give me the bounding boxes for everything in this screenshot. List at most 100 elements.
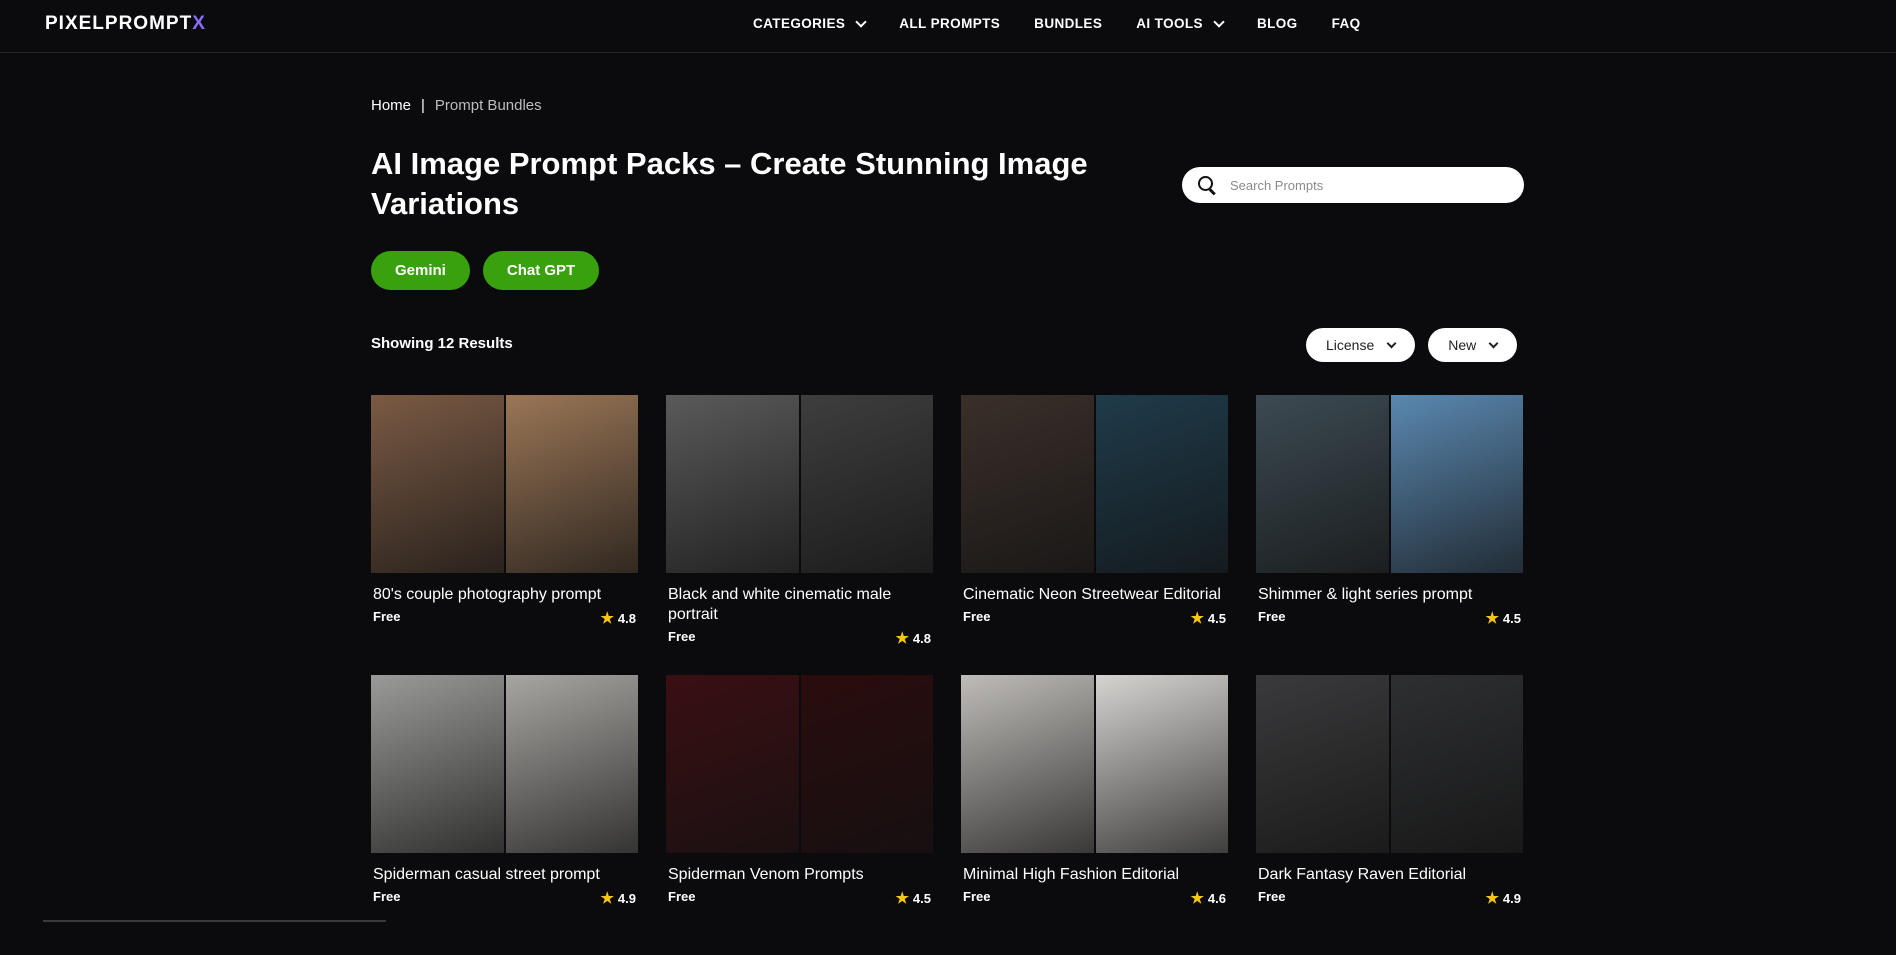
prompt-card[interactable]: Shimmer & light series prompt Free ★ 4.5	[1256, 395, 1523, 675]
card-title[interactable]: 80's couple photography prompt	[373, 585, 636, 605]
prompt-card[interactable]: Cinematic Neon Streetwear Editorial Free ★…	[961, 395, 1228, 675]
card-title[interactable]: Black and white cinematic male portrait	[668, 585, 931, 625]
sort-dropdown-label: New	[1448, 337, 1477, 353]
horizontal-scrollbar[interactable]	[43, 920, 386, 922]
site-logo[interactable]: PIXELPROMPTX	[45, 13, 206, 35]
card-license: Free	[668, 629, 696, 644]
card-rating: ★ 4.5	[1190, 609, 1226, 627]
nav-item-label: BLOG	[1256, 16, 1298, 31]
nav-item-label: ALL PROMPTS	[899, 16, 1001, 31]
pill-gemini[interactable]: Gemini	[371, 251, 470, 290]
page-title: AI Image Prompt Packs – Create Stunning …	[371, 146, 1088, 221]
card-thumbnail-pair[interactable]	[961, 395, 1228, 573]
card-license: Free	[1258, 609, 1286, 624]
results-count: Showing 12 Results	[371, 335, 513, 352]
card-rating: ★ 4.8	[895, 629, 931, 647]
star-icon: ★	[1485, 890, 1499, 907]
card-meta: Free ★ 4.5	[1258, 609, 1521, 627]
card-thumbnail-image	[371, 395, 504, 573]
card-title[interactable]: Spiderman Venom Prompts	[668, 865, 931, 885]
prompt-card[interactable]: Spiderman casual street prompt Free ★ 4.9	[371, 675, 638, 955]
card-thumbnail-image	[800, 675, 933, 853]
star-icon: ★	[895, 890, 909, 907]
top-navbar: PIXELPROMPTX CATEGORIES ALL PROMPTS BUNDLE…	[0, 0, 1896, 53]
chevron-down-icon	[855, 15, 867, 28]
nav-item-label: CATEGORIES	[753, 16, 846, 31]
card-license: Free	[668, 889, 696, 904]
card-thumbnail-pair[interactable]	[666, 395, 933, 573]
card-rating: ★ 4.9	[600, 889, 636, 907]
card-meta: Free ★ 4.9	[1258, 889, 1521, 907]
card-rating: ★ 4.8	[600, 609, 636, 627]
card-thumbnail-pair[interactable]	[961, 675, 1228, 853]
breadcrumb-current: Prompt Bundles	[434, 97, 542, 114]
card-thumbnail-pair[interactable]	[371, 395, 638, 573]
card-title[interactable]: Dark Fantasy Raven Editorial	[1258, 865, 1521, 885]
card-license: Free	[963, 609, 991, 624]
card-rating-value: 4.9	[617, 890, 636, 906]
nav-item-categories[interactable]: CATEGORIES	[753, 15, 867, 31]
chevron-down-icon	[1386, 338, 1397, 348]
prompt-card[interactable]: Minimal High Fashion Editorial Free ★ 4.6	[961, 675, 1228, 955]
prompt-card[interactable]: Black and white cinematic male portrait F…	[666, 395, 933, 675]
prompt-card[interactable]: Spiderman Venom Prompts Free ★ 4.5	[666, 675, 933, 955]
card-license: Free	[1258, 889, 1286, 904]
card-meta: Free ★ 4.6	[963, 889, 1226, 907]
nav-item-all-prompts[interactable]: ALL PROMPTS	[899, 16, 1000, 31]
card-license: Free	[373, 889, 401, 904]
breadcrumb-home-link[interactable]: Home	[371, 97, 411, 114]
search-bar[interactable]	[1182, 167, 1524, 203]
card-license: Free	[963, 889, 991, 904]
card-thumbnail-image	[1256, 675, 1389, 853]
card-title[interactable]: Shimmer & light series prompt	[1258, 585, 1521, 605]
card-rating-value: 4.6	[1207, 890, 1226, 906]
star-icon: ★	[895, 630, 909, 647]
card-thumbnail-image	[961, 675, 1094, 853]
card-meta: Free ★ 4.5	[668, 889, 931, 907]
card-thumbnail-image	[1095, 395, 1228, 573]
card-thumbnail-image	[1390, 395, 1523, 573]
nav-item-ai-tools[interactable]: AI TOOLS	[1136, 15, 1225, 31]
main-nav: CATEGORIES ALL PROMPTS BUNDLES AI TOOLS BLOG…	[753, 15, 1395, 31]
card-rating: ★ 4.5	[1485, 609, 1521, 627]
nav-item-label: AI TOOLS	[1136, 16, 1203, 31]
breadcrumb-separator: |	[421, 97, 425, 114]
card-title[interactable]: Spiderman casual street prompt	[373, 865, 636, 885]
card-rating-value: 4.9	[1502, 890, 1521, 906]
prompt-card[interactable]: 80's couple photography prompt Free ★ 4.8	[371, 395, 638, 675]
card-thumbnail-image	[1256, 395, 1389, 573]
breadcrumb: Home | Prompt Bundles	[371, 97, 542, 114]
sort-dropdown[interactable]: New	[1428, 328, 1518, 362]
nav-item-bundles[interactable]: BUNDLES	[1034, 16, 1102, 31]
card-thumbnail-image	[505, 675, 638, 853]
card-rating-value: 4.5	[912, 890, 931, 906]
card-title[interactable]: Cinematic Neon Streetwear Editorial	[963, 585, 1226, 605]
card-rating: ★ 4.9	[1485, 889, 1521, 907]
card-thumbnail-pair[interactable]	[666, 675, 933, 853]
prompt-card[interactable]: Dark Fantasy Raven Editorial Free ★ 4.9	[1256, 675, 1523, 955]
card-thumbnail-pair[interactable]	[371, 675, 638, 853]
nav-item-faq[interactable]: FAQ	[1332, 16, 1361, 31]
card-rating: ★ 4.6	[1190, 889, 1226, 907]
pill-chat-gpt[interactable]: Chat GPT	[482, 251, 600, 290]
star-icon: ★	[1190, 890, 1204, 907]
nav-item-label: FAQ	[1331, 16, 1361, 31]
card-license: Free	[373, 609, 401, 624]
card-rating: ★ 4.5	[895, 889, 931, 907]
star-icon: ★	[1485, 610, 1499, 627]
card-thumbnail-pair[interactable]	[1256, 675, 1523, 853]
card-thumbnail-image	[666, 395, 799, 573]
star-icon: ★	[600, 890, 614, 907]
card-thumbnail-pair[interactable]	[1256, 395, 1523, 573]
card-rating-value: 4.8	[617, 610, 636, 626]
ai-model-filter-pills: Gemini Chat GPT	[371, 251, 600, 290]
search-icon[interactable]	[1198, 176, 1216, 196]
prompt-card-grid: 80's couple photography prompt Free ★ 4.8 Bl…	[371, 395, 1525, 955]
card-title[interactable]: Minimal High Fashion Editorial	[963, 865, 1226, 885]
nav-item-blog[interactable]: BLOG	[1257, 16, 1298, 31]
sort-filters: License New	[1306, 328, 1518, 362]
chevron-down-icon	[1488, 338, 1499, 348]
card-thumbnail-image	[800, 395, 933, 573]
license-dropdown[interactable]: License	[1306, 328, 1416, 362]
search-input[interactable]	[1228, 176, 1512, 194]
